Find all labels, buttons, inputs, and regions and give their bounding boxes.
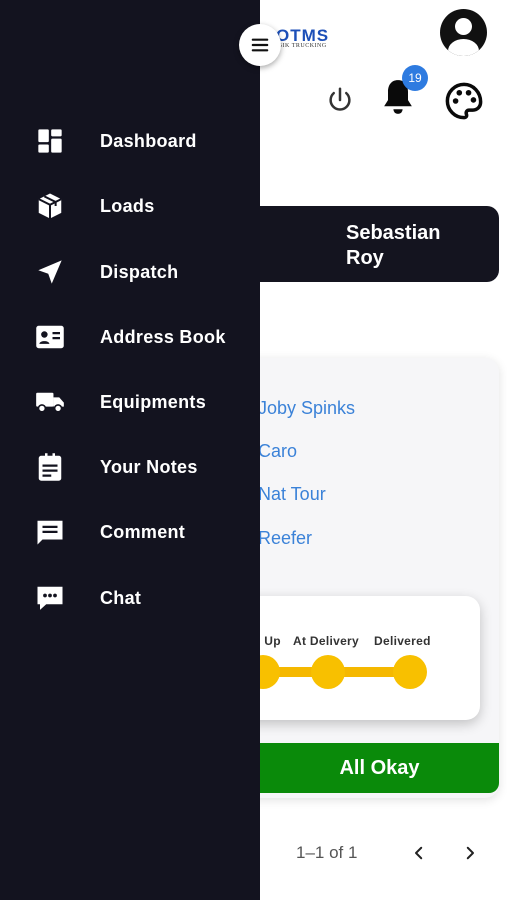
load-card	[220, 358, 499, 798]
dashboard-icon	[35, 126, 65, 156]
navigation-drawer: Dashboard Loads Dispatch Address Book Eq…	[0, 0, 260, 900]
chat-icon	[35, 583, 65, 613]
menu-item-comment[interactable]: Comment	[0, 508, 260, 556]
notes-icon	[35, 452, 65, 482]
menu-label: Address Book	[100, 326, 226, 347]
tracker-dot-delivered	[393, 655, 427, 689]
tracker-step-at-delivery: At Delivery	[293, 634, 359, 648]
card-link-location[interactable]: Nat Tour	[258, 484, 326, 505]
menu-label: Dispatch	[100, 261, 179, 282]
menu-label: Chat	[100, 587, 142, 608]
notification-badge: 19	[402, 65, 428, 91]
user-avatar-icon[interactable]	[440, 9, 487, 56]
chevron-right-icon[interactable]	[455, 838, 485, 868]
hamburger-icon	[251, 38, 269, 52]
menu-item-dispatch[interactable]: Dispatch	[0, 248, 260, 296]
card-link-driver[interactable]: Joby Spinks	[258, 398, 355, 419]
menu-label: Your Notes	[100, 456, 198, 477]
tracker-step-delivered: Delivered	[374, 634, 431, 648]
card-link-equipment[interactable]: Reefer	[258, 528, 312, 549]
truck-icon	[35, 387, 65, 417]
menu-item-loads[interactable]: Loads	[0, 182, 260, 230]
logo-subtext: BIK TRUCKING	[278, 43, 327, 49]
box-icon	[35, 191, 65, 221]
menu-item-your-notes[interactable]: Your Notes	[0, 443, 260, 491]
tracker-dot-at-delivery	[311, 655, 345, 689]
send-icon	[35, 257, 65, 287]
menu-label: Comment	[100, 521, 186, 542]
status-all-okay-button[interactable]: All Okay	[230, 743, 499, 793]
company-logo: OTMS BIK TRUCKING	[276, 26, 352, 52]
menu-item-dashboard[interactable]: Dashboard	[0, 117, 260, 165]
contact-card-icon	[35, 322, 65, 352]
menu-item-address-book[interactable]: Address Book	[0, 313, 260, 361]
comment-icon	[35, 517, 65, 547]
card-link-customer[interactable]: Caro	[258, 441, 297, 462]
pagination-range: 1–1 of 1	[296, 843, 358, 862]
menu-label: Loads	[100, 195, 155, 216]
menu-label: Equipments	[100, 391, 207, 412]
menu-item-equipments[interactable]: Equipments	[0, 378, 260, 426]
driver-name: Sebastian Roy	[346, 222, 441, 269]
palette-icon[interactable]	[441, 78, 487, 124]
menu-item-chat[interactable]: Chat	[0, 574, 260, 622]
menu-label: Dashboard	[100, 130, 197, 151]
menu-toggle-button[interactable]	[239, 24, 281, 66]
power-icon[interactable]	[322, 82, 358, 118]
chevron-left-icon[interactable]	[404, 838, 434, 868]
